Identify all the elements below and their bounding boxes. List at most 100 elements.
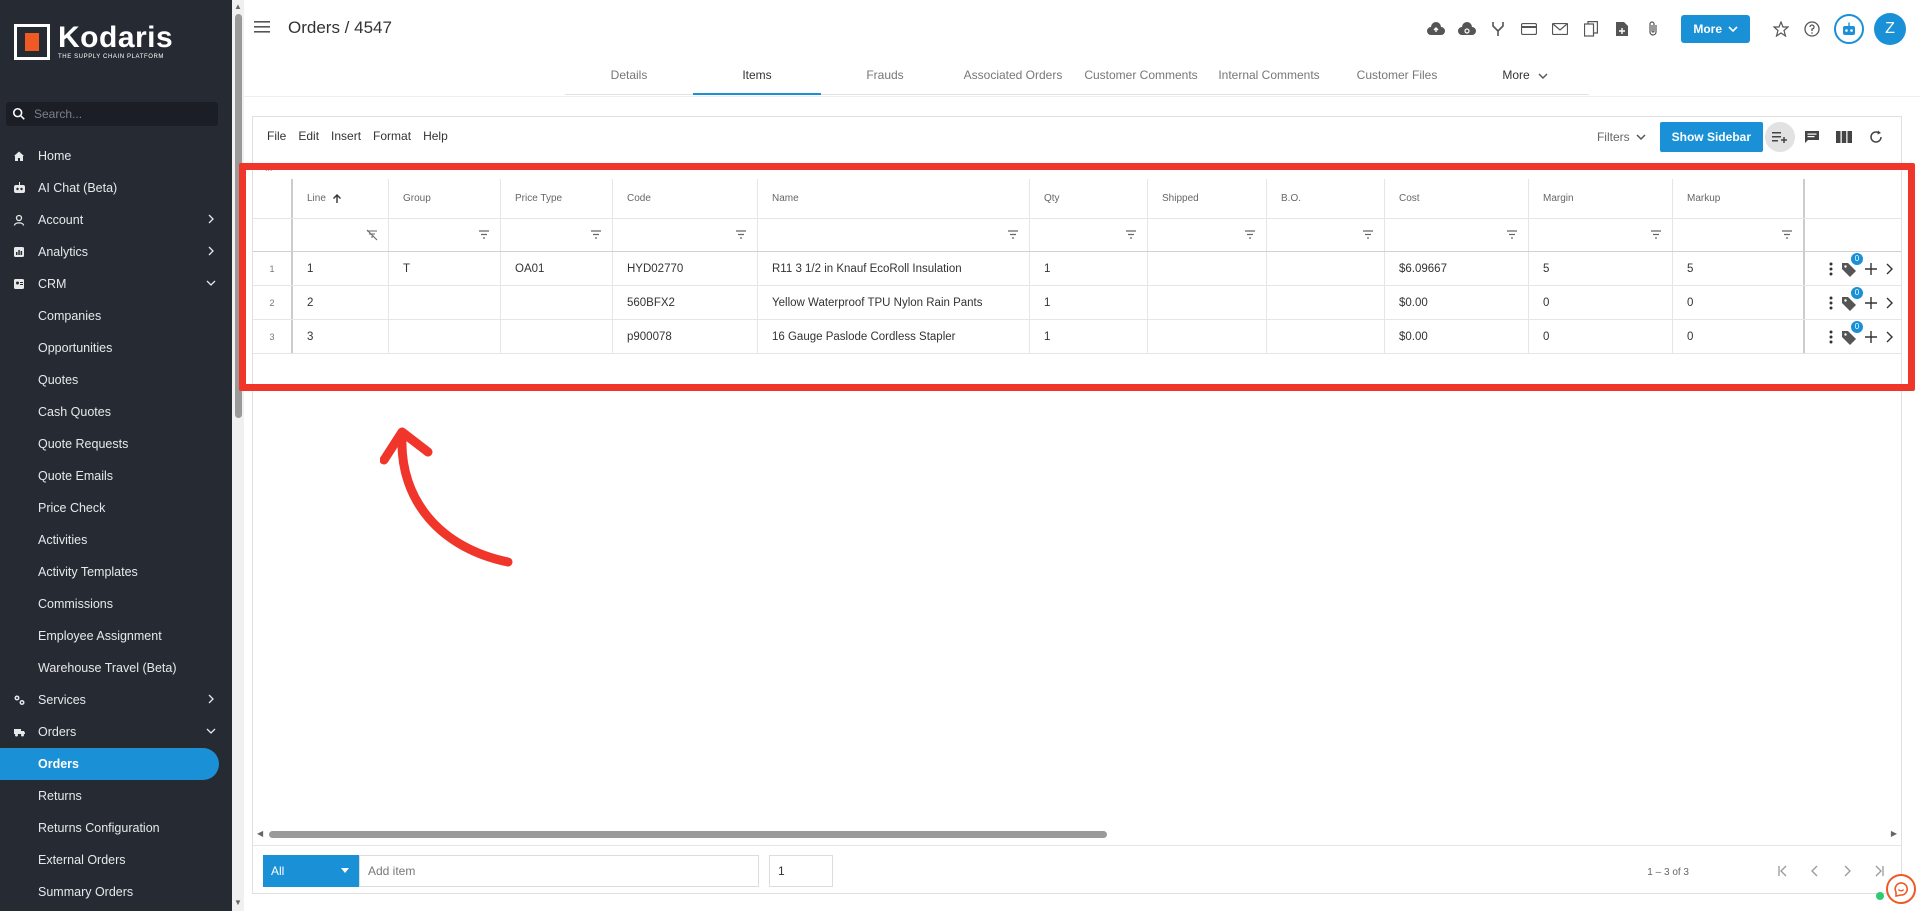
mail-icon[interactable] xyxy=(1551,20,1569,38)
horizontal-scrollbar-thumb[interactable] xyxy=(269,831,1107,838)
sidebar-item-returns[interactable]: Returns xyxy=(0,780,232,812)
previous-page-icon[interactable] xyxy=(1799,862,1831,880)
user-avatar[interactable]: Z xyxy=(1874,13,1906,45)
search-input[interactable] xyxy=(34,107,204,121)
sidebar-item-label: Account xyxy=(38,213,84,227)
star-icon[interactable] xyxy=(1772,20,1790,38)
filters-dropdown[interactable]: Filters xyxy=(1597,130,1646,144)
sidebar-item-activity-templates[interactable]: Activity Templates xyxy=(0,556,232,588)
sidebar-item-label: Employee Assignment xyxy=(38,629,162,643)
chevron-right-icon xyxy=(208,694,214,704)
scroll-down-arrow-icon[interactable]: ▼ xyxy=(234,898,242,907)
scroll-right-arrow-icon[interactable]: ▶ xyxy=(1891,829,1897,838)
sidebar-item-orders-group[interactable]: Orders xyxy=(0,716,232,748)
sidebar-item-crm[interactable]: CRM xyxy=(0,268,232,300)
grid-toolbar: Filters Show Sidebar xyxy=(1597,122,1891,152)
services-icon xyxy=(12,693,26,707)
help-icon[interactable] xyxy=(1803,20,1821,38)
sidebar-item-services[interactable]: Services xyxy=(0,684,232,716)
more-button-label: More xyxy=(1693,22,1722,36)
sidebar-item-price-check[interactable]: Price Check xyxy=(0,492,232,524)
add-item-qty-input[interactable] xyxy=(769,855,833,887)
sidebar-item-opportunities[interactable]: Opportunities xyxy=(0,332,232,364)
sidebar-item-label: External Orders xyxy=(38,853,126,867)
add-item-input[interactable] xyxy=(359,855,759,887)
paperclip-icon[interactable] xyxy=(1644,20,1662,38)
assistant-robot-icon[interactable] xyxy=(1834,14,1864,44)
cloud-upload-icon[interactable] xyxy=(1427,20,1446,38)
tab-internal-comments[interactable]: Internal Comments xyxy=(1205,62,1333,94)
scroll-left-arrow-icon[interactable]: ◀ xyxy=(257,829,263,838)
menu-help[interactable]: Help xyxy=(423,129,448,143)
sidebar-item-companies[interactable]: Companies xyxy=(0,300,232,332)
sidebar-item-activities[interactable]: Activities xyxy=(0,524,232,556)
sidebar-item-label: Opportunities xyxy=(38,341,113,355)
chevron-down-icon xyxy=(1538,73,1548,79)
highlight-box xyxy=(239,163,1915,391)
copy-icon[interactable] xyxy=(1582,20,1600,38)
show-sidebar-button[interactable]: Show Sidebar xyxy=(1659,122,1763,152)
sidebar-item-quote-requests[interactable]: Quote Requests xyxy=(0,428,232,460)
sidebar-item-label: Returns xyxy=(38,789,82,803)
robot-icon xyxy=(12,181,26,195)
sidebar-item-label: Returns Configuration xyxy=(38,821,160,835)
cloud-sync-icon[interactable] xyxy=(1458,20,1477,38)
sidebar-item-employee-assignment[interactable]: Employee Assignment xyxy=(0,620,232,652)
file-add-icon[interactable] xyxy=(1613,20,1631,38)
chevron-down-icon xyxy=(206,280,216,286)
menu-edit[interactable]: Edit xyxy=(298,129,319,143)
sidebar-item-label: Cash Quotes xyxy=(38,405,111,419)
sidebar-item-account[interactable]: Account xyxy=(0,204,232,236)
tab-more[interactable]: More xyxy=(1461,62,1589,94)
sidebar-item-label: Price Check xyxy=(38,501,106,515)
menu-insert[interactable]: Insert xyxy=(331,129,361,143)
truck-icon xyxy=(12,725,26,739)
menu-file[interactable]: File xyxy=(267,129,286,143)
sidebar-item-analytics[interactable]: Analytics xyxy=(0,236,232,268)
chevron-down-icon xyxy=(1728,26,1738,33)
support-chat-icon[interactable] xyxy=(1886,874,1916,904)
sidebar-item-home[interactable]: Home xyxy=(0,140,232,172)
item-scope-select[interactable]: All xyxy=(263,855,359,887)
refresh-icon[interactable] xyxy=(1861,122,1891,152)
sidebar-item-external-orders[interactable]: External Orders xyxy=(0,844,232,876)
sidebar-item-orders[interactable]: Orders xyxy=(0,748,219,780)
first-page-icon[interactable] xyxy=(1767,862,1799,880)
kodaris-logo[interactable]: Kodaris THE SUPPLY CHAIN PLATFORM xyxy=(14,23,173,60)
sidebar-item-label: Quotes xyxy=(38,373,79,387)
sidebar-item-returns-configuration[interactable]: Returns Configuration xyxy=(0,812,232,844)
chevron-right-icon xyxy=(208,246,214,256)
sidebar-search[interactable] xyxy=(6,102,218,126)
merge-icon[interactable] xyxy=(1489,20,1507,38)
more-actions-button[interactable]: More xyxy=(1681,15,1750,43)
tab-customer-comments[interactable]: Customer Comments xyxy=(1077,62,1205,94)
credit-card-icon[interactable] xyxy=(1520,20,1538,38)
tab-customer-files[interactable]: Customer Files xyxy=(1333,62,1461,94)
header-actions: More Z xyxy=(1427,13,1920,45)
scroll-up-arrow-icon[interactable]: ▲ xyxy=(234,2,242,11)
tab-items[interactable]: Items xyxy=(693,62,821,95)
sidebar-item-warehouse-travel[interactable]: Warehouse Travel (Beta) xyxy=(0,652,232,684)
tab-details[interactable]: Details xyxy=(565,62,693,94)
logo-tagline: THE SUPPLY CHAIN PLATFORM xyxy=(58,54,165,60)
sidebar-item-cash-quotes[interactable]: Cash Quotes xyxy=(0,396,232,428)
columns-icon[interactable] xyxy=(1829,122,1859,152)
sidebar-item-quote-emails[interactable]: Quote Emails xyxy=(0,460,232,492)
sidebar-item-quotes[interactable]: Quotes xyxy=(0,364,232,396)
sidebar-item-commissions[interactable]: Commissions xyxy=(0,588,232,620)
menu-format[interactable]: Format xyxy=(373,129,411,143)
record-tabs: Details Items Frauds Associated Orders C… xyxy=(565,62,1589,95)
tab-associated-orders[interactable]: Associated Orders xyxy=(949,62,1077,94)
page-title: Orders / 4547 xyxy=(288,18,392,37)
sidebar-item-ai-chat[interactable]: AI Chat (Beta) xyxy=(0,172,232,204)
tab-frauds[interactable]: Frauds xyxy=(821,62,949,94)
sidebar-item-summary-orders[interactable]: Summary Orders xyxy=(0,876,232,908)
search-icon xyxy=(12,107,25,120)
horizontal-scrollbar[interactable]: ◀ ▶ xyxy=(255,829,1899,839)
add-row-icon[interactable] xyxy=(1765,122,1795,152)
sidebar-item-label: Orders xyxy=(38,725,77,739)
online-status-dot xyxy=(1876,892,1884,900)
next-page-icon[interactable] xyxy=(1831,862,1863,880)
hamburger-menu-icon[interactable] xyxy=(254,20,270,34)
comment-icon[interactable] xyxy=(1797,122,1827,152)
